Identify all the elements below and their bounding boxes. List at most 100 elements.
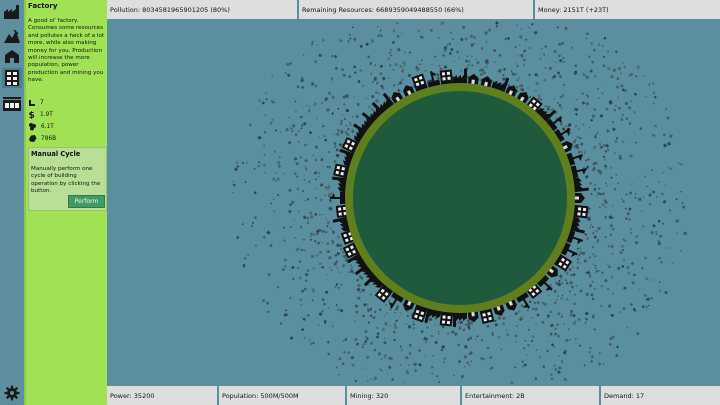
smog-particle — [629, 232, 633, 235]
smog-particle — [271, 75, 274, 78]
smog-particle — [368, 105, 371, 109]
smog-particle — [424, 340, 428, 344]
smog-particle — [300, 303, 303, 307]
smog-particle — [355, 114, 360, 119]
smog-particle — [602, 55, 606, 59]
planet-core[interactable] — [353, 91, 567, 305]
smog-particle — [611, 292, 614, 295]
smog-particle — [426, 326, 429, 329]
smog-particle — [306, 143, 309, 146]
factory-icon[interactable] — [2, 2, 22, 22]
smog-particle — [449, 31, 452, 34]
smog-particle — [644, 277, 649, 281]
smog-particle — [600, 304, 603, 308]
smog-particle — [620, 84, 624, 88]
smog-particle — [627, 271, 631, 275]
smog-particle — [375, 81, 379, 85]
smog-particle — [614, 104, 617, 107]
smog-particle — [236, 235, 240, 240]
smog-particle — [644, 256, 647, 260]
smog-particle — [403, 381, 406, 383]
smog-particle — [353, 96, 355, 98]
smog-particle — [581, 101, 586, 105]
smog-particle — [506, 333, 510, 337]
smog-particle — [484, 66, 487, 68]
smog-particle — [558, 279, 561, 283]
game-world[interactable] — [107, 19, 720, 385]
svg-text:$: $ — [29, 111, 35, 119]
smog-particle — [556, 295, 559, 298]
office-icon[interactable] — [2, 94, 22, 114]
smog-particle — [658, 281, 661, 283]
smog-particle — [303, 174, 305, 177]
smog-particle — [397, 83, 399, 86]
smog-particle — [330, 269, 333, 271]
settings-gear-icon[interactable] — [2, 383, 22, 403]
mine-icon[interactable] — [2, 26, 22, 46]
smog-particle — [232, 183, 236, 187]
smog-particle — [485, 40, 488, 44]
smog-particle — [474, 58, 477, 61]
smog-particle — [616, 266, 621, 271]
building-description: A good ol' factory. Consumes some resour… — [28, 18, 105, 84]
perform-button[interactable]: Perform — [68, 195, 105, 208]
smog-particle — [369, 293, 372, 296]
smog-particle — [645, 185, 648, 188]
smog-particle — [506, 36, 511, 41]
smog-particle — [326, 274, 329, 276]
smog-particle — [383, 340, 388, 345]
building — [572, 204, 589, 219]
smog-particle — [412, 320, 415, 323]
smog-particle — [389, 325, 391, 327]
smog-particle — [383, 356, 386, 359]
smog-particle — [681, 205, 686, 209]
population-readout: Population: 500M/500M — [219, 386, 347, 405]
smog-particle — [559, 122, 563, 126]
smog-particle — [560, 107, 563, 110]
smog-particle — [530, 339, 534, 343]
smog-particle — [502, 316, 506, 321]
smog-particle — [494, 323, 498, 327]
smog-particle — [599, 145, 604, 149]
smog-particle — [664, 291, 668, 295]
smog-particle — [620, 244, 625, 248]
house-icon[interactable] — [2, 46, 22, 66]
smog-particle — [395, 21, 399, 25]
smog-particle — [251, 225, 254, 228]
smog-particle — [579, 247, 582, 250]
smog-particle — [515, 325, 518, 328]
smog-particle — [336, 235, 340, 239]
smog-particle — [500, 348, 502, 351]
smog-particle — [568, 328, 570, 331]
building — [332, 176, 348, 193]
smog-particle — [596, 131, 599, 134]
smog-particle — [336, 132, 340, 137]
smog-particle — [631, 281, 636, 285]
smog-particle — [461, 25, 466, 29]
smog-particle — [388, 63, 393, 68]
manual-cycle-box: Manual Cycle Manually perform one cycle … — [28, 147, 107, 211]
smog-particle — [264, 92, 268, 95]
smog-particle — [374, 64, 377, 67]
smog-particle — [624, 207, 627, 210]
smog-particle — [593, 287, 597, 291]
smog-particle — [271, 223, 274, 225]
smog-particle — [288, 202, 293, 207]
smog-particle — [330, 80, 333, 83]
smog-particle — [560, 278, 563, 280]
smog-particle — [364, 367, 367, 370]
smog-particle — [393, 323, 397, 326]
smog-particle — [680, 190, 683, 193]
smog-particle — [610, 314, 614, 317]
smog-particle — [528, 46, 531, 49]
smog-particle — [594, 264, 597, 267]
smog-particle — [555, 299, 558, 301]
building-icon[interactable] — [2, 68, 22, 88]
smog-particle — [412, 327, 415, 330]
smog-particle — [533, 301, 537, 305]
smog-particle — [627, 106, 632, 110]
smog-particle — [526, 309, 529, 312]
smog-particle — [634, 196, 637, 199]
smog-particle — [456, 50, 459, 54]
smog-particle — [515, 64, 519, 68]
